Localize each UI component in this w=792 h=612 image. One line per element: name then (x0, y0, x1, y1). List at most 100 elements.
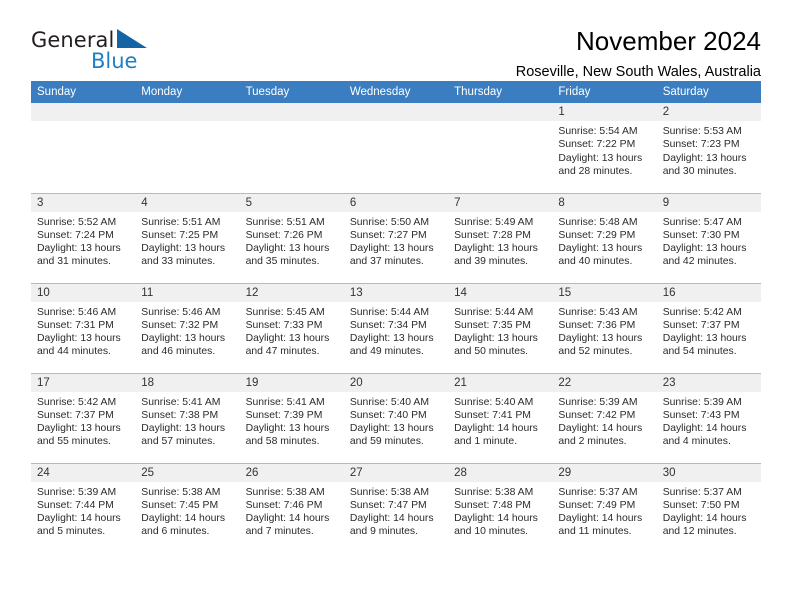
sunset-text: Sunset: 7:50 PM (662, 499, 740, 511)
sunset-text: Sunset: 7:49 PM (558, 499, 636, 511)
calendar-day-cell[interactable]: 3 Sunrise: 5:52 AM Sunset: 7:24 PM Daylight… (31, 192, 136, 283)
weekday-header-friday: Friday (552, 81, 657, 103)
day-details: Sunrise: 5:42 AM Sunset: 7:37 PM Daylight:… (657, 302, 761, 359)
weekday-header-saturday: Saturday (656, 81, 761, 103)
calendar-day-cell[interactable]: 15 Sunrise: 5:43 AM Sunset: 7:36 PM Dayligh… (552, 282, 657, 373)
calendar-day-cell[interactable]: 10 Sunrise: 5:46 AM Sunset: 7:31 PM Dayligh… (31, 282, 136, 373)
calendar-week-row: 24 Sunrise: 5:39 AM Sunset: 7:44 PM Dayligh… (31, 462, 761, 553)
weekday-header-tuesday: Tuesday (239, 81, 344, 103)
day-number: 7 (448, 193, 553, 212)
day-details: Sunrise: 5:39 AM Sunset: 7:44 PM Daylight:… (31, 482, 135, 539)
day-details: Sunrise: 5:48 AM Sunset: 7:29 PM Daylight:… (552, 212, 656, 269)
calendar-day-cell[interactable]: 29 Sunrise: 5:37 AM Sunset: 7:49 PM Dayligh… (552, 462, 657, 553)
sunset-text: Sunset: 7:26 PM (245, 229, 323, 241)
sunset-text: Sunset: 7:48 PM (454, 499, 531, 511)
daylight-text: Daylight: 14 hours and 12 minutes. (662, 513, 747, 538)
day-number (448, 103, 553, 121)
daylight-text: Daylight: 14 hours and 1 minute. (454, 423, 538, 448)
calendar-day-cell[interactable]: 2 Sunrise: 5:53 AM Sunset: 7:23 PM Daylight… (656, 103, 761, 193)
calendar-day-cell[interactable]: 22 Sunrise: 5:39 AM Sunset: 7:42 PM Dayligh… (552, 372, 657, 463)
calendar-day-cell[interactable]: 9 Sunrise: 5:47 AM Sunset: 7:30 PM Daylight… (656, 192, 761, 283)
calendar-day-cell[interactable]: 5 Sunrise: 5:51 AM Sunset: 7:26 PM Daylight… (239, 192, 344, 283)
general-blue-logo[interactable]: General Blue (31, 26, 151, 78)
day-details: Sunrise: 5:41 AM Sunset: 7:39 PM Daylight:… (240, 392, 344, 449)
calendar-day-cell[interactable]: 1 Sunrise: 5:54 AM Sunset: 7:22 PM Daylight… (552, 103, 657, 193)
calendar-day-cell[interactable]: 26 Sunrise: 5:38 AM Sunset: 7:46 PM Dayligh… (239, 462, 344, 553)
calendar-day-cell[interactable]: 19 Sunrise: 5:41 AM Sunset: 7:39 PM Dayligh… (239, 372, 344, 463)
day-details: Sunrise: 5:44 AM Sunset: 7:34 PM Daylight:… (344, 302, 448, 359)
sunrise-text: Sunrise: 5:40 AM (349, 396, 429, 408)
sunrise-text: Sunrise: 5:41 AM (141, 396, 221, 408)
calendar-day-cell[interactable]: 18 Sunrise: 5:41 AM Sunset: 7:38 PM Dayligh… (135, 372, 240, 463)
sunset-text: Sunset: 7:22 PM (558, 139, 636, 151)
calendar-day-cell[interactable]: 17 Sunrise: 5:42 AM Sunset: 7:37 PM Dayligh… (31, 372, 136, 463)
sunrise-text: Sunrise: 5:44 AM (454, 306, 534, 318)
sunset-text: Sunset: 7:28 PM (454, 229, 531, 241)
calendar-day-cell[interactable]: 11 Sunrise: 5:46 AM Sunset: 7:32 PM Dayligh… (135, 282, 240, 373)
calendar-day-cell[interactable]: 23 Sunrise: 5:39 AM Sunset: 7:43 PM Dayligh… (656, 372, 761, 463)
calendar-day-cell[interactable]: 20 Sunrise: 5:40 AM Sunset: 7:40 PM Dayligh… (343, 372, 449, 463)
sunrise-text: Sunrise: 5:51 AM (141, 216, 221, 228)
daylight-text: Daylight: 13 hours and 54 minutes. (662, 333, 747, 358)
calendar-day-cell[interactable]: 21 Sunrise: 5:40 AM Sunset: 7:41 PM Dayligh… (448, 372, 553, 463)
sunrise-text: Sunrise: 5:45 AM (245, 306, 325, 318)
day-number (31, 103, 136, 121)
sunrise-text: Sunrise: 5:37 AM (662, 486, 742, 498)
calendar-week-row: 17 Sunrise: 5:42 AM Sunset: 7:37 PM Dayligh… (31, 372, 761, 463)
sunrise-text: Sunrise: 5:39 AM (662, 396, 742, 408)
sunset-text: Sunset: 7:24 PM (37, 229, 114, 241)
calendar-day-cell[interactable]: 27 Sunrise: 5:38 AM Sunset: 7:47 PM Dayligh… (343, 462, 449, 553)
sunrise-text: Sunrise: 5:39 AM (558, 396, 638, 408)
calendar-day-cell[interactable]: 4 Sunrise: 5:51 AM Sunset: 7:25 PM Daylight… (135, 192, 240, 283)
calendar-day-cell[interactable]: 13 Sunrise: 5:44 AM Sunset: 7:34 PM Dayligh… (343, 282, 449, 373)
day-number: 13 (343, 283, 449, 302)
daylight-text: Daylight: 14 hours and 6 minutes. (141, 513, 226, 538)
sunrise-text: Sunrise: 5:46 AM (37, 306, 117, 318)
day-number: 4 (135, 193, 240, 212)
sunrise-text: Sunrise: 5:53 AM (662, 126, 742, 137)
calendar-day-cell[interactable]: 14 Sunrise: 5:44 AM Sunset: 7:35 PM Dayligh… (448, 282, 553, 373)
sunset-text: Sunset: 7:47 PM (349, 499, 427, 511)
calendar-day-cell[interactable]: 24 Sunrise: 5:39 AM Sunset: 7:44 PM Dayligh… (31, 462, 136, 553)
day-details: Sunrise: 5:47 AM Sunset: 7:30 PM Daylight:… (657, 212, 761, 269)
daylight-text: Daylight: 13 hours and 44 minutes. (37, 333, 121, 358)
sunset-text: Sunset: 7:44 PM (37, 499, 114, 511)
weekday-header-row: Sunday Monday Tuesday Wednesday Thursday… (31, 81, 761, 103)
day-details: Sunrise: 5:37 AM Sunset: 7:49 PM Daylight:… (552, 482, 656, 539)
calendar-day-cell[interactable]: 6 Sunrise: 5:50 AM Sunset: 7:27 PM Daylight… (343, 192, 449, 283)
day-number: 22 (552, 373, 657, 392)
sunrise-text: Sunrise: 5:49 AM (454, 216, 534, 228)
day-details: Sunrise: 5:40 AM Sunset: 7:41 PM Daylight:… (448, 392, 552, 449)
day-number: 29 (552, 463, 657, 482)
day-number: 16 (656, 283, 761, 302)
calendar-day-cell[interactable]: 16 Sunrise: 5:42 AM Sunset: 7:37 PM Dayligh… (656, 282, 761, 373)
daylight-text: Daylight: 13 hours and 52 minutes. (558, 333, 643, 358)
calendar-day-cell[interactable]: 30 Sunrise: 5:37 AM Sunset: 7:50 PM Dayligh… (656, 462, 761, 553)
calendar-day-cell[interactable]: 25 Sunrise: 5:38 AM Sunset: 7:45 PM Dayligh… (135, 462, 240, 553)
calendar-day-cell[interactable]: 7 Sunrise: 5:49 AM Sunset: 7:28 PM Daylight… (448, 192, 553, 283)
day-number: 15 (552, 283, 657, 302)
daylight-text: Daylight: 13 hours and 59 minutes. (349, 423, 434, 448)
daylight-text: Daylight: 14 hours and 2 minutes. (558, 423, 643, 448)
daylight-text: Daylight: 13 hours and 46 minutes. (141, 333, 226, 358)
calendar-day-cell[interactable]: 12 Sunrise: 5:45 AM Sunset: 7:33 PM Dayligh… (239, 282, 344, 373)
daylight-text: Daylight: 14 hours and 9 minutes. (349, 513, 434, 538)
sunrise-text: Sunrise: 5:54 AM (558, 126, 638, 137)
day-details: Sunrise: 5:41 AM Sunset: 7:38 PM Daylight:… (135, 392, 239, 449)
daylight-text: Daylight: 13 hours and 35 minutes. (245, 243, 330, 268)
calendar-day-cell[interactable]: 28 Sunrise: 5:38 AM Sunset: 7:48 PM Dayligh… (448, 462, 553, 553)
day-number: 2 (656, 103, 761, 121)
day-number (239, 103, 344, 121)
weekday-header-monday: Monday (135, 81, 240, 103)
location-subtitle: Roseville, New South Wales, Australia (515, 64, 761, 80)
day-number: 1 (552, 103, 657, 121)
daylight-text: Daylight: 13 hours and 47 minutes. (245, 333, 330, 358)
sunrise-text: Sunrise: 5:39 AM (37, 486, 117, 498)
calendar-day-cell[interactable]: 8 Sunrise: 5:48 AM Sunset: 7:29 PM Daylight… (552, 192, 657, 283)
daylight-text: Daylight: 14 hours and 11 minutes. (558, 513, 643, 538)
day-number: 18 (135, 373, 240, 392)
sunset-text: Sunset: 7:39 PM (245, 409, 323, 421)
day-details: Sunrise: 5:49 AM Sunset: 7:28 PM Daylight:… (448, 212, 552, 269)
day-details: Sunrise: 5:45 AM Sunset: 7:33 PM Daylight:… (240, 302, 344, 359)
sunrise-text: Sunrise: 5:51 AM (245, 216, 325, 228)
